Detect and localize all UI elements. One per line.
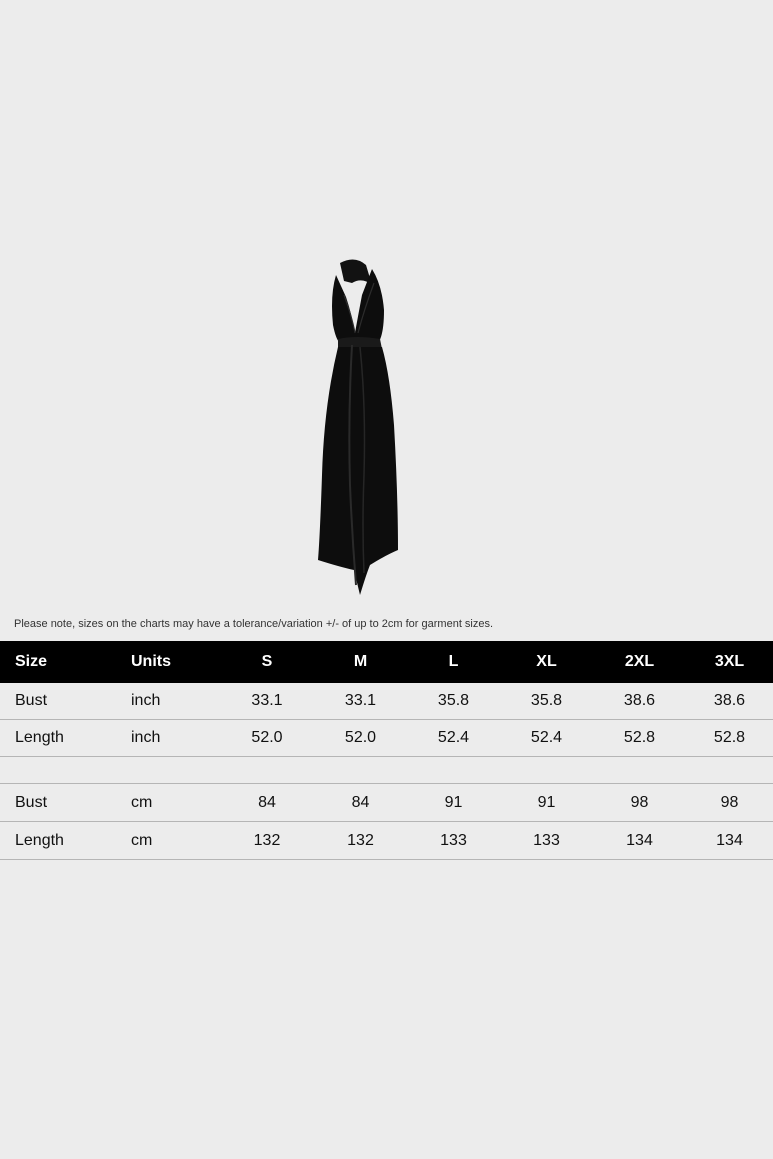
header-units: Units: [116, 641, 220, 683]
cell-value: 132: [220, 821, 314, 860]
cell-value: 52.8: [593, 719, 686, 757]
size-tolerance-note: Please note, sizes on the charts may hav…: [14, 618, 494, 630]
cell-value: 98: [686, 783, 773, 822]
dress-illustration: [318, 259, 398, 595]
row-label: Bust: [0, 783, 116, 822]
cell-value: 133: [407, 821, 500, 860]
cell-value: 98: [593, 783, 686, 822]
header-3xl: 3XL: [686, 641, 773, 683]
cell-value: 134: [593, 821, 686, 860]
cell-value: 52.4: [500, 719, 593, 757]
cell-value: 38.6: [593, 683, 686, 720]
cell-value: 52.4: [407, 719, 500, 757]
table-header-row: Size Units S M L XL 2XL 3XL: [0, 641, 773, 683]
table-row: Bust cm 84 84 91 91 98 98: [0, 783, 773, 822]
cell-value: 52.0: [314, 719, 407, 757]
cell-value: 84: [314, 783, 407, 822]
cell-value: 84: [220, 783, 314, 822]
table-row: Length inch 52.0 52.0 52.4 52.4 52.8 52.…: [0, 719, 773, 757]
header-xl: XL: [500, 641, 593, 683]
row-unit: inch: [116, 719, 220, 757]
table-row: Length cm 132 132 133 133 134 134: [0, 821, 773, 860]
row-label: Length: [0, 719, 116, 757]
row-unit: cm: [116, 783, 220, 822]
size-chart-table: Size Units S M L XL 2XL 3XL Bust inch 33…: [0, 641, 773, 860]
row-label: Length: [0, 821, 116, 860]
cell-value: 91: [407, 783, 500, 822]
cell-value: 132: [314, 821, 407, 860]
cell-value: 134: [686, 821, 773, 860]
header-l: L: [407, 641, 500, 683]
cell-value: 38.6: [686, 683, 773, 720]
row-label: Bust: [0, 683, 116, 720]
table-row: Bust inch 33.1 33.1 35.8 35.8 38.6 38.6: [0, 683, 773, 720]
header-size: Size: [0, 641, 116, 683]
cell-value: 52.8: [686, 719, 773, 757]
cell-value: 33.1: [220, 683, 314, 720]
row-unit: inch: [116, 683, 220, 720]
cell-value: 33.1: [314, 683, 407, 720]
cell-value: 133: [500, 821, 593, 860]
product-image: [300, 255, 410, 600]
cell-value: 35.8: [500, 683, 593, 720]
row-unit: cm: [116, 821, 220, 860]
header-s: S: [220, 641, 314, 683]
cell-value: 35.8: [407, 683, 500, 720]
header-2xl: 2XL: [593, 641, 686, 683]
header-m: M: [314, 641, 407, 683]
cell-value: 52.0: [220, 719, 314, 757]
table-spacer-row: [0, 756, 773, 784]
cell-value: 91: [500, 783, 593, 822]
spacer-cell: [0, 756, 773, 784]
